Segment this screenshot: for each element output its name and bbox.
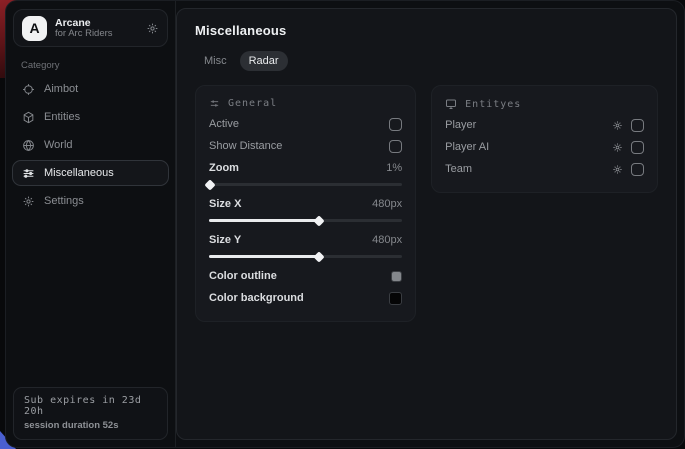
size-y-value: 480px bbox=[372, 234, 402, 246]
sidebar-item-label: World bbox=[44, 139, 73, 151]
color-background-row: Color background bbox=[209, 287, 402, 309]
sidebar-item-miscellaneous[interactable]: Miscellaneous bbox=[12, 160, 169, 186]
color-background-swatch[interactable] bbox=[389, 292, 402, 305]
brand-subtitle: for Arc Riders bbox=[55, 29, 138, 40]
color-outline-row: Color outline bbox=[209, 265, 402, 287]
size-x-slider-thumb[interactable] bbox=[313, 215, 324, 226]
color-outline-swatch[interactable] bbox=[391, 271, 402, 282]
size-y-slider-thumb[interactable] bbox=[313, 251, 324, 262]
cube-icon bbox=[22, 111, 35, 124]
player-checkbox[interactable] bbox=[631, 119, 644, 132]
show-distance-row: Show Distance bbox=[209, 135, 402, 157]
active-checkbox[interactable] bbox=[389, 118, 402, 131]
gear-icon[interactable] bbox=[612, 120, 623, 131]
sidebar: A Arcane for Arc Riders Category bbox=[6, 1, 176, 447]
tab-bar: Misc Radar bbox=[195, 51, 658, 71]
player-row: Player bbox=[445, 114, 644, 136]
brand-name: Arcane bbox=[55, 17, 138, 29]
player-ai-row: Player AI bbox=[445, 136, 644, 158]
zoom-value: 1% bbox=[386, 162, 402, 174]
tab-misc[interactable]: Misc bbox=[195, 51, 236, 71]
size-y-slider[interactable] bbox=[209, 255, 402, 258]
zoom-row: Zoom 1% bbox=[209, 157, 402, 179]
sliders-icon bbox=[22, 167, 35, 180]
session-duration-text: session duration 52s bbox=[24, 420, 157, 431]
page-title: Miscellaneous bbox=[195, 23, 658, 38]
color-background-label: Color background bbox=[209, 292, 304, 304]
brand-logo: A bbox=[22, 16, 47, 41]
arcane-app-window: A Arcane for Arc Riders Category bbox=[5, 0, 685, 448]
size-x-label: Size X bbox=[209, 198, 241, 210]
size-x-slider[interactable] bbox=[209, 219, 402, 222]
gear-icon bbox=[22, 195, 35, 208]
sidebar-item-world[interactable]: World bbox=[12, 132, 169, 158]
sidebar-item-label: Miscellaneous bbox=[44, 167, 114, 179]
show-distance-label: Show Distance bbox=[209, 140, 282, 152]
active-label: Active bbox=[209, 118, 239, 130]
gear-icon[interactable] bbox=[612, 142, 623, 153]
sliders-small-icon bbox=[209, 98, 220, 109]
gear-icon[interactable] bbox=[612, 164, 623, 175]
sidebar-item-entities[interactable]: Entities bbox=[12, 104, 169, 130]
player-ai-label: Player AI bbox=[445, 141, 489, 153]
sidebar-item-settings[interactable]: Settings bbox=[12, 188, 169, 214]
desktop: A Arcane for Arc Riders Category bbox=[0, 0, 685, 449]
team-checkbox[interactable] bbox=[631, 163, 644, 176]
sidebar-item-aimbot[interactable]: Aimbot bbox=[12, 76, 169, 102]
zoom-label: Zoom bbox=[209, 162, 239, 174]
crosshair-icon bbox=[22, 83, 35, 96]
monitor-icon bbox=[445, 98, 457, 110]
show-distance-checkbox[interactable] bbox=[389, 140, 402, 153]
sidebar-item-label: Entities bbox=[44, 111, 80, 123]
general-card-title: General bbox=[228, 98, 277, 109]
size-y-label: Size Y bbox=[209, 234, 241, 246]
sidebar-item-label: Settings bbox=[44, 195, 84, 207]
tab-radar[interactable]: Radar bbox=[240, 51, 288, 71]
zoom-slider[interactable] bbox=[209, 183, 402, 186]
size-y-row: Size Y 480px bbox=[209, 229, 402, 251]
zoom-slider-thumb[interactable] bbox=[204, 179, 215, 190]
team-label: Team bbox=[445, 163, 472, 175]
sidebar-item-label: Aimbot bbox=[44, 83, 78, 95]
team-row: Team bbox=[445, 158, 644, 180]
player-ai-checkbox[interactable] bbox=[631, 141, 644, 154]
entities-card: Entityes Player bbox=[431, 85, 658, 193]
globe-icon bbox=[22, 139, 35, 152]
active-row: Active bbox=[209, 113, 402, 135]
player-label: Player bbox=[445, 119, 476, 131]
main-panel: Miscellaneous Misc Radar General bbox=[176, 8, 677, 440]
brand-card: A Arcane for Arc Riders bbox=[13, 9, 168, 47]
general-card: General Active Show Distance Zoom 1% bbox=[195, 85, 416, 322]
category-label: Category bbox=[21, 60, 175, 71]
size-x-row: Size X 480px bbox=[209, 193, 402, 215]
entities-card-title: Entityes bbox=[465, 99, 521, 110]
subscription-info-card: Sub expires in 23d 20h session duration … bbox=[13, 387, 168, 440]
gear-icon[interactable] bbox=[146, 22, 159, 35]
sub-expiry-text: Sub expires in 23d 20h bbox=[24, 395, 157, 417]
sidebar-nav: Aimbot Entities bbox=[6, 76, 175, 214]
size-x-value: 480px bbox=[372, 198, 402, 210]
color-outline-label: Color outline bbox=[209, 270, 277, 282]
